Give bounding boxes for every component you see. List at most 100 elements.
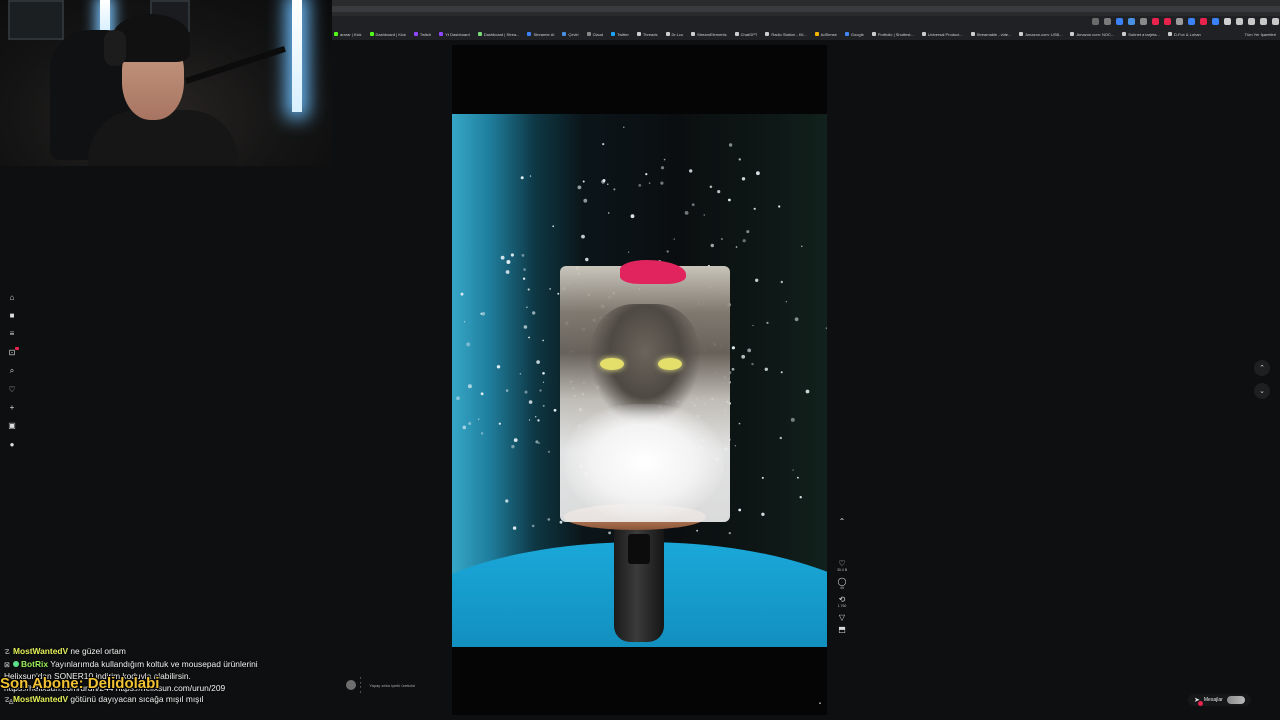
bookmark-item[interactable]: StreamElements: [691, 32, 727, 37]
bookmark-item[interactable]: Subnet a tarjeta...: [1122, 32, 1160, 37]
bookmark-label: Universal Product...: [927, 31, 963, 37]
bookmark-favicon-icon: [691, 32, 696, 36]
extension-icon[interactable]: [1164, 18, 1171, 25]
bookmark-item[interactable]: Amazon.com: NOC...: [1070, 32, 1114, 37]
inbox-nav-button[interactable]: ▣: [4, 417, 20, 435]
extension-icon[interactable]: [1272, 18, 1279, 25]
bookmark-item[interactable]: Streamer Ai: [527, 32, 554, 37]
favorites-nav-button[interactable]: ♡: [4, 380, 20, 398]
share-button[interactable]: ▽: [834, 614, 850, 622]
water-droplet: [542, 381, 545, 383]
avatar[interactable]: [346, 680, 356, 690]
extension-icon[interactable]: [1200, 18, 1207, 25]
bookmark-button[interactable]: ⬒: [834, 626, 850, 634]
water-droplet: [741, 354, 746, 359]
left-sidebar: ⌂ ■ ≡ ⊡ ⌕ ♡ + ▣ ●: [4, 288, 20, 454]
water-droplet: [666, 250, 669, 253]
search-nav-button[interactable]: ⌕: [4, 362, 20, 380]
bookmark-item[interactable]: ChatGPT: [734, 32, 757, 37]
extension-icon[interactable]: [1104, 18, 1111, 25]
action-count: 45: [840, 586, 844, 590]
water-droplet: [825, 327, 827, 330]
chat-username[interactable]: MostWantedV: [13, 646, 68, 656]
chevron-up-icon: ⌃: [1259, 365, 1265, 372]
bookmark-item[interactable]: Dr.Lcu: [665, 32, 683, 37]
extension-icon[interactable]: [1248, 18, 1255, 25]
water-droplet: [505, 389, 509, 392]
bookmark-item[interactable]: Universal Product...: [921, 31, 963, 37]
repost-button[interactable]: ⟲ 1.760: [834, 596, 850, 609]
bookmark-label: Google: [850, 31, 864, 37]
water-droplet: [528, 419, 531, 421]
fullscreen-icon[interactable]: ▪: [819, 701, 821, 707]
chat-username[interactable]: MostWantedV: [13, 694, 68, 704]
bookmark-item[interactable]: Yt Dashboard: [439, 32, 470, 37]
extension-icon[interactable]: [1236, 18, 1243, 25]
bookmark-item[interactable]: Çeviri: [562, 32, 579, 37]
extension-icon[interactable]: [1128, 18, 1135, 25]
chat-text: götünü dayıyacan sıcağa mışıl mışıl: [70, 694, 204, 705]
bookmark-item[interactable]: Google: [844, 31, 864, 37]
bookmark-item[interactable]: Streamable - vide...: [970, 32, 1011, 37]
extension-icon[interactable]: [1152, 18, 1159, 25]
extension-icon[interactable]: [1140, 18, 1147, 25]
extension-icon[interactable]: [1176, 18, 1183, 25]
water-droplet: [581, 234, 585, 239]
video-player[interactable]: [452, 114, 827, 647]
water-droplet: [529, 175, 532, 177]
water-droplet: [752, 324, 754, 327]
bookmark-item[interactable]: AdSense: [814, 32, 837, 37]
water-droplet: [720, 238, 723, 240]
water-droplet: [623, 126, 625, 128]
live-nav-button[interactable]: ⊡: [4, 343, 20, 361]
next-video-button[interactable]: ⌄: [1254, 383, 1270, 399]
chat-username[interactable]: BotRix: [21, 659, 48, 669]
water-droplet: [531, 524, 535, 528]
bookmarks-bar: ararar | Kick Dashboard | Kick Twitch Yt Da…: [332, 28, 1280, 40]
bookmark-item[interactable]: Claud: [586, 32, 603, 37]
bookmark-item[interactable]: Dashboard | Strea...: [477, 32, 519, 37]
profile-nav-button[interactable]: ●: [4, 435, 20, 453]
profile-icon: ●: [9, 439, 15, 449]
bookmark-item[interactable]: Threads: [636, 32, 658, 37]
following-nav-button[interactable]: ■: [4, 306, 20, 324]
bookmark-item[interactable]: Portfolio | Shuttest...: [871, 32, 914, 37]
extension-icon[interactable]: [1188, 18, 1195, 25]
water-droplet: [764, 367, 768, 371]
explore-nav-button[interactable]: ≡: [4, 325, 20, 343]
bookmark-item[interactable]: Twitter: [611, 32, 629, 37]
extension-icon[interactable]: [1092, 18, 1099, 25]
water-droplet: [696, 529, 698, 532]
water-droplet: [463, 321, 466, 323]
bookmark-item[interactable]: D-Fox & Lohan: [1167, 32, 1201, 37]
tab-bar[interactable]: [332, 6, 1280, 12]
last-subscriber-overlay: Son Abone: Delidolabi: [0, 675, 160, 692]
bookmark-item[interactable]: Twitch: [413, 32, 431, 37]
all-bookmarks-folder[interactable]: Tüm Yer İşaretleri: [1240, 28, 1276, 40]
bookmark-item[interactable]: Dashboard | Kick: [369, 32, 406, 37]
bookmark-item[interactable]: ararar | Kick: [334, 32, 362, 37]
extension-icon[interactable]: [1224, 18, 1231, 25]
bookmark-favicon-icon: [814, 32, 819, 36]
extension-icon[interactable]: [1260, 18, 1267, 25]
upload-nav-button[interactable]: +: [4, 398, 20, 416]
comment-button[interactable]: ◯ 45: [834, 578, 850, 591]
previous-video-button[interactable]: ⌃: [1254, 360, 1270, 376]
like-button[interactable]: ♡ 30.4 B: [834, 560, 850, 573]
cat-eye: [658, 358, 682, 370]
extension-icon[interactable]: [1212, 18, 1219, 25]
chevron-up-button[interactable]: ⌃: [834, 518, 850, 526]
bookmark-label: ararar | Kick: [340, 31, 362, 37]
chat-badge-icon: ☡: [4, 649, 11, 656]
bookmark-label: StreamElements: [697, 31, 727, 37]
water-droplet: [728, 143, 733, 147]
water-droplet: [542, 372, 545, 375]
messages-button[interactable]: ➤ Mesajlar: [1188, 694, 1251, 706]
bookmark-item[interactable]: Radio Station - Kil...: [765, 32, 807, 37]
bookmark-item[interactable]: Amazon.com: USB...: [1019, 32, 1062, 37]
home-nav-button[interactable]: ⌂: [4, 288, 20, 306]
extension-icon[interactable]: [1116, 18, 1123, 25]
water-droplet: [766, 321, 769, 324]
water-droplet: [728, 198, 731, 202]
water-droplet: [511, 444, 515, 449]
